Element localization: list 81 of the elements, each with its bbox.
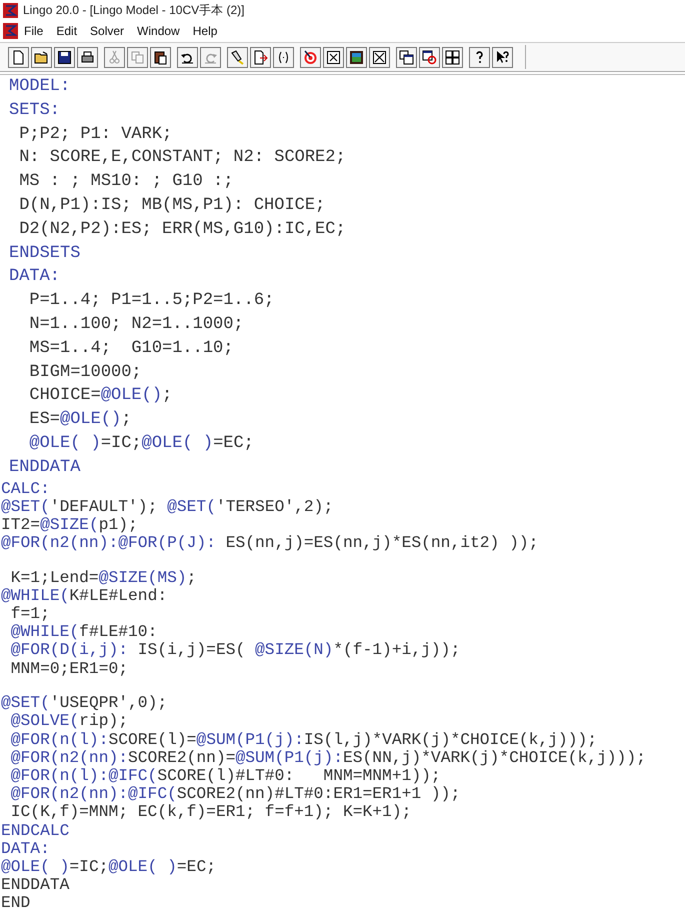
- code-line: D(N,P1):IS; MB(MS,P1): CHOICE;: [18, 194, 326, 217]
- code-line: MS : ; MS10: ; G10 :;: [18, 171, 234, 194]
- code-line: @FOR(n(l):SCORE(l)=@SUM(P1(j):IS(l,j)*VARK(j)*CHOICE(k,j)));: [10, 730, 598, 749]
- help-button[interactable]: [469, 46, 490, 68]
- code-line: IC(K,f)=MNM; EC(k,f)=ER1; f=f+1); K=K+1);: [10, 803, 412, 822]
- code-line: IT2=@SIZE(p1);: [1, 516, 138, 534]
- parentheses-icon: [276, 50, 291, 64]
- code-line: CALC:: [1, 480, 50, 498]
- document-arrow-icon: [253, 50, 268, 64]
- code-line: P;P2; P1: VARK;: [18, 124, 172, 146]
- code-line: @FOR(n2(nn):@FOR(P(J): ES(nn,j)=ES(nn,j)*ES(nn,it2) ));: [1, 534, 538, 552]
- code-line: @FOR(n2(nn):SCORE2(nn)=@SUM(P1(j):ES(NN,j)*VARK(j)*CHOICE(k,j)));: [10, 748, 646, 767]
- flashlight-button[interactable]: [227, 46, 248, 68]
- menu-item[interactable]: File: [18, 24, 50, 38]
- code-line: @FOR(D(i,j): IS(i,j)=ES( @SIZE(N)*(f-1)+i,j));: [10, 641, 460, 660]
- close-box-button[interactable]: [369, 46, 390, 68]
- new-file-icon: [11, 50, 26, 64]
- code-line: ENDSETS: [9, 242, 80, 265]
- code-line: @OLE( )=IC;@OLE( )=EC;: [28, 432, 254, 455]
- cascade-windows-button[interactable]: [396, 46, 417, 68]
- report-button[interactable]: [323, 46, 344, 68]
- close-windows-button[interactable]: [419, 46, 440, 68]
- code-line: D2(N2,P2):ES; ERR(MS,G10):IC,EC;: [18, 218, 346, 241]
- tile-windows-button[interactable]: [442, 46, 463, 68]
- paste-icon: [153, 50, 168, 64]
- code-line: @SET('DEFAULT'); @SET('TERSEO',2);: [1, 498, 334, 516]
- code-line: MODEL:: [9, 76, 70, 98]
- undo-button[interactable]: [177, 46, 198, 68]
- cascade-windows-icon: [399, 50, 414, 64]
- open-folder-icon: [34, 50, 49, 64]
- image-icon: [349, 50, 364, 64]
- code-line: @OLE( )=IC;@OLE( )=EC;: [1, 858, 216, 876]
- context-help-icon: [495, 50, 510, 64]
- cut-icon: [107, 50, 122, 64]
- code-line: BIGM=10000;: [28, 362, 142, 384]
- code-line: ENDCALC: [1, 822, 70, 840]
- code-line: N=1..100; N2=1..1000;: [28, 314, 244, 336]
- flashlight-icon: [230, 50, 245, 64]
- code-line: K=1;Lend=@SIZE(MS);: [10, 568, 196, 587]
- window-title: Lingo 20.0 - [Lingo Model - 10CV手本 (2)]: [23, 2, 244, 18]
- context-help-button[interactable]: [492, 46, 513, 68]
- parentheses-button[interactable]: [273, 46, 294, 68]
- code-line: ENDDATA: [9, 456, 80, 479]
- print-icon: [80, 50, 95, 64]
- code-line: @SOLVE(rip);: [10, 712, 128, 731]
- paste-button[interactable]: [150, 46, 171, 68]
- image-button[interactable]: [346, 46, 367, 68]
- document-arrow-button[interactable]: [250, 46, 271, 68]
- target-icon: [303, 50, 318, 64]
- copy-icon: [130, 50, 145, 64]
- code-line: f=1;: [10, 605, 50, 624]
- close-windows-icon: [422, 50, 437, 64]
- code-line: P=1..4; P1=1..5;P2=1..6;: [28, 290, 274, 312]
- code-line: END: [1, 894, 30, 913]
- print-button[interactable]: [77, 46, 98, 68]
- code-line: DATA:: [9, 266, 60, 288]
- code-line: @SET('USEQPR',0);: [1, 694, 168, 712]
- code-line: DATA:: [1, 840, 50, 858]
- menu-item[interactable]: Help: [186, 24, 224, 38]
- code-line: ENDDATA: [1, 876, 70, 894]
- new-file-button[interactable]: [8, 46, 29, 68]
- menu-item[interactable]: Solver: [84, 24, 132, 38]
- tile-windows-icon: [445, 50, 460, 64]
- code-line: @FOR(n(l):@IFC(SCORE(l)#LT#0: MNM=MNM+1));: [10, 766, 441, 786]
- code-line: N: SCORE,E,CONSTANT; N2: SCORE2;: [18, 147, 346, 170]
- menu-item[interactable]: Window: [131, 24, 187, 38]
- code-line: ES=@OLE();: [28, 409, 132, 432]
- open-folder-button[interactable]: [31, 46, 52, 68]
- code-line: SETS:: [9, 100, 60, 122]
- menu-item[interactable]: Edit: [50, 24, 84, 38]
- code-line: MS=1..4; G10=1..10;: [28, 338, 234, 360]
- code-line: MNM=0;ER1=0;: [10, 660, 128, 678]
- code-line: @FOR(n2(nn):@IFC(SCORE2(nn)#LT#0:ER1=ER1+1 ));: [10, 785, 460, 804]
- close-box-icon: [372, 50, 387, 64]
- target-button[interactable]: [300, 46, 321, 68]
- save-button[interactable]: [54, 46, 75, 68]
- save-icon: [57, 50, 72, 64]
- code-line: CHOICE=@OLE();: [28, 385, 172, 408]
- app-icon: [3, 2, 18, 18]
- code-line: @WHILE(K#LE#Lend:: [1, 586, 168, 606]
- code-line: @WHILE(f#LE#10:: [10, 623, 158, 642]
